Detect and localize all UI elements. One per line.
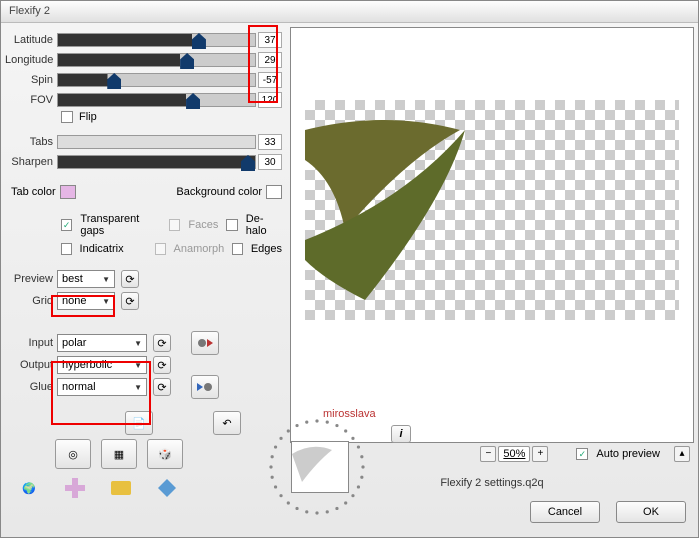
input-spin[interactable] bbox=[258, 72, 282, 88]
zoom-in-button[interactable]: + bbox=[532, 446, 548, 462]
label-faces: Faces bbox=[188, 219, 218, 231]
cross-icon[interactable] bbox=[57, 473, 93, 503]
select-grid[interactable]: none▼ bbox=[57, 292, 115, 310]
slider-fov[interactable] bbox=[57, 93, 256, 107]
label-fov: FOV bbox=[5, 94, 57, 106]
input-sharpen[interactable] bbox=[258, 154, 282, 170]
select-input[interactable]: polar▼ bbox=[57, 334, 147, 352]
refresh-preview-icon[interactable]: ⟳ bbox=[121, 270, 139, 288]
checkbox-indicatrix[interactable] bbox=[61, 243, 72, 255]
brick-icon[interactable] bbox=[103, 473, 139, 503]
slider-sharpen[interactable] bbox=[57, 155, 256, 169]
zoom-value[interactable]: 50% bbox=[498, 446, 530, 462]
select-preview[interactable]: best▼ bbox=[57, 270, 115, 288]
play-icon[interactable] bbox=[191, 331, 219, 355]
label-longitude: Longitude bbox=[5, 54, 57, 66]
refresh-input-icon[interactable]: ⟳ bbox=[153, 334, 171, 352]
swatch-tabcolor[interactable] bbox=[60, 185, 76, 199]
info-button[interactable]: i bbox=[391, 425, 411, 443]
label-autopreview: Auto preview bbox=[596, 448, 660, 460]
dice-icon[interactable]: 🎲 bbox=[147, 439, 183, 469]
slider-longitude[interactable] bbox=[57, 53, 256, 67]
checkbox-anamorph bbox=[155, 243, 166, 255]
target-icon[interactable]: ◎ bbox=[55, 439, 91, 469]
label-latitude: Latitude bbox=[5, 34, 57, 46]
zoom-out-button[interactable]: − bbox=[480, 446, 496, 462]
label-flip: Flip bbox=[79, 111, 97, 123]
checkbox-transparent[interactable] bbox=[61, 219, 72, 231]
refresh-grid-icon[interactable]: ⟳ bbox=[121, 292, 139, 310]
label-bgcolor: Background color bbox=[176, 186, 262, 198]
label-preview: Preview bbox=[5, 273, 57, 285]
label-indicatrix: Indicatrix bbox=[80, 243, 124, 255]
preview-pane: mirosslava bbox=[290, 27, 694, 443]
label-glue: Glue bbox=[5, 381, 57, 393]
checkbox-faces bbox=[169, 219, 180, 231]
label-transparent: Transparent gaps bbox=[80, 213, 161, 237]
input-fov[interactable] bbox=[258, 92, 282, 108]
preview-image bbox=[305, 100, 525, 320]
label-tabs: Tabs bbox=[5, 136, 57, 148]
thumbnail[interactable] bbox=[291, 441, 349, 493]
label-dehalo: De-halo bbox=[246, 213, 282, 237]
input-tabs[interactable] bbox=[258, 134, 282, 150]
swatch-bgcolor[interactable] bbox=[266, 185, 282, 199]
checkbox-autopreview[interactable] bbox=[576, 448, 588, 460]
label-sharpen: Sharpen bbox=[5, 156, 57, 168]
settings-file: Flexify 2 settings.q2q bbox=[290, 465, 694, 501]
refresh-output-icon[interactable]: ⟳ bbox=[153, 356, 171, 374]
play2-icon[interactable] bbox=[191, 375, 219, 399]
slider-spin[interactable] bbox=[57, 73, 256, 87]
refresh-glue-icon[interactable]: ⟳ bbox=[153, 378, 171, 396]
cancel-button[interactable]: Cancel bbox=[530, 501, 600, 523]
select-glue[interactable]: normal▼ bbox=[57, 378, 147, 396]
checkbox-dehalo[interactable] bbox=[226, 219, 237, 231]
document-icon[interactable]: 📄 bbox=[125, 411, 153, 435]
grid-icon[interactable]: ▦ bbox=[101, 439, 137, 469]
label-tabcolor: Tab color bbox=[11, 186, 56, 198]
input-latitude[interactable] bbox=[258, 32, 282, 48]
slider-tabs bbox=[57, 135, 256, 149]
label-output: Output bbox=[5, 359, 57, 371]
input-longitude[interactable] bbox=[258, 52, 282, 68]
select-output[interactable]: hyperbolic▼ bbox=[57, 356, 147, 374]
globe-icon[interactable]: 🌍 bbox=[11, 473, 47, 503]
collapse-icon[interactable]: ▴ bbox=[674, 446, 690, 462]
ok-button[interactable]: OK bbox=[616, 501, 686, 523]
label-grid: Grid bbox=[5, 295, 57, 307]
checkbox-edges[interactable] bbox=[232, 243, 243, 255]
titlebar: Flexify 2 bbox=[1, 1, 698, 23]
checkbox-flip[interactable] bbox=[61, 111, 73, 123]
undo-icon[interactable]: ↶ bbox=[213, 411, 241, 435]
slider-latitude[interactable] bbox=[57, 33, 256, 47]
label-spin: Spin bbox=[5, 74, 57, 86]
label-edges: Edges bbox=[251, 243, 282, 255]
credit-text: mirosslava bbox=[323, 408, 376, 420]
label-input: Input bbox=[5, 337, 57, 349]
diamond-icon[interactable] bbox=[149, 473, 185, 503]
label-anamorph: Anamorph bbox=[174, 243, 225, 255]
